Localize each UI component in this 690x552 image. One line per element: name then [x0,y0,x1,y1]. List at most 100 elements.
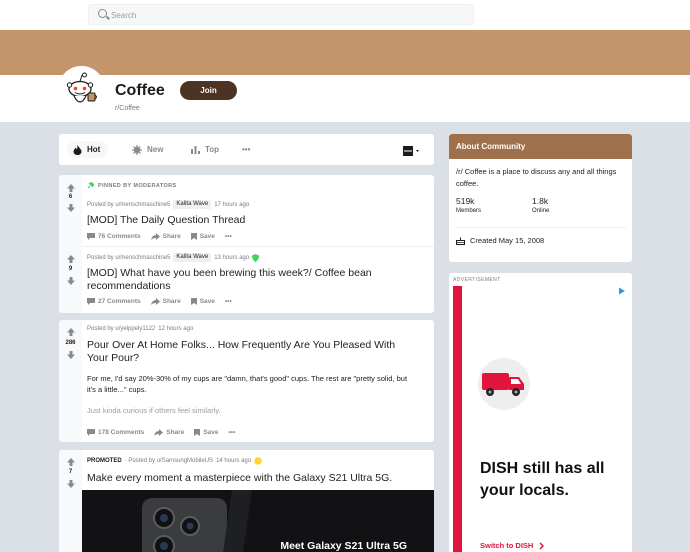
tab-new-label: New [147,145,164,154]
downvote-icon[interactable] [67,277,75,285]
sparkle-icon [132,144,142,155]
divider [82,246,434,247]
tab-hot-label: Hot [87,145,101,154]
truck-icon [482,373,524,396]
share-icon [150,233,160,240]
more-options-icon[interactable]: ••• [225,298,232,305]
upvote-icon[interactable] [67,255,75,263]
bookmark-icon [190,233,197,240]
post-meta: Posted by u/menschmaschine5 Kalita Wave … [87,253,260,262]
share-icon [150,298,160,305]
post-time: 13 hours ago [214,254,250,261]
tab-top[interactable]: Top [185,141,227,158]
save-button[interactable]: Save [190,298,215,305]
comment-icon [87,298,95,305]
user-flair: Kalita Wave [173,200,212,209]
pin-icon [87,182,94,189]
ad-frame[interactable]: DISH still has all your locals. Switch t… [453,286,628,552]
bookmark-icon [194,429,201,436]
advertisement-label: ADVERTISEMENT [453,277,501,283]
comments-button[interactable]: 178 Comments [87,429,144,436]
post-body-faded: Just kinda curious if others feel simila… [87,406,221,415]
post-meta: PROMOTED · Posted by u/SamsungMobileUS 1… [87,457,262,465]
join-button[interactable]: Join [180,81,237,100]
post-title[interactable]: [MOD] The Daily Question Thread [87,214,417,227]
save-button[interactable]: Save [194,429,219,436]
pinned-posts-card: 6 PINNED BY MODERATORS Posted by u/mensc… [59,175,434,313]
comment-icon [87,233,95,240]
shield-icon [252,253,260,262]
tab-new[interactable]: New [126,141,171,158]
created-date: Created May 15, 2008 [456,236,544,245]
online-label: Online [532,208,550,214]
post-meta: Posted by u/menschmaschine5 Kalita Wave … [87,200,249,209]
community-title: Coffee [115,82,165,99]
share-button[interactable]: Share [150,233,181,240]
coin-icon [254,457,262,465]
upvote-icon[interactable] [67,184,75,192]
vote-column [59,320,82,442]
downvote-icon[interactable] [67,480,75,488]
chevron-right-icon [539,541,545,550]
share-button[interactable]: Share [154,429,184,436]
bar-chart-icon [191,146,200,154]
community-description: /r/ Coffee is a place to discuss any and… [456,167,617,188]
downvote-icon[interactable] [67,204,75,212]
vote-count: 7 [68,469,73,475]
community-name: r/Coffee [115,105,140,112]
cake-icon [456,237,465,245]
post-title[interactable]: [MOD] What have you been brewing this we… [87,267,417,293]
members-label: Members [456,208,482,214]
save-button[interactable]: Save [190,233,215,240]
post-body: For me, I'd say 20%-30% of my cups are "… [87,374,408,394]
post-meta: Posted by u/yelppely1122 12 hours ago [87,326,193,332]
adchoices-icon[interactable] [618,287,626,295]
post-time: 12 hours ago [158,326,194,332]
about-heading: About Community [449,134,632,159]
post-author[interactable]: Posted by u/yelppely1122 [87,326,155,332]
user-flair: Kalita Wave [173,253,212,262]
share-icon [154,429,164,436]
comments-button[interactable]: 27 Comments [87,298,141,305]
post-time: 14 hours ago [216,458,252,464]
post-author[interactable]: · Posted by u/SamsungMobileUS [125,458,213,464]
post-author[interactable]: Posted by u/menschmaschine5 [87,255,170,261]
search-box[interactable] [88,4,474,25]
search-icon [98,9,107,18]
flame-icon [73,144,82,155]
share-button[interactable]: Share [150,298,181,305]
more-options-icon[interactable]: ••• [229,429,236,436]
ad-cta-link[interactable]: Switch to DISH [480,541,545,550]
post-title[interactable]: Pour Over At Home Folks... How Frequentl… [87,339,417,365]
upvote-icon[interactable] [67,458,75,466]
post-actions: 76 Comments Share Save ••• [87,233,232,240]
downvote-icon[interactable] [67,351,75,359]
promo-image[interactable]: Meet Galaxy S21 Ultra 5G [82,490,434,552]
comments-button[interactable]: 76 Comments [87,233,141,240]
advertisement-card: ADVERTISEMENT DISH still has all your lo… [449,273,632,552]
members-count: 519k [456,196,475,206]
ad-illustration [478,358,530,410]
promoted-post-card: 7 PROMOTED · Posted by u/SamsungMobileUS… [59,450,434,552]
upvote-icon[interactable] [67,328,75,336]
search-input[interactable] [111,7,461,23]
view-toggle-button[interactable] [403,144,423,156]
pinned-text: PINNED BY MODERATORS [98,182,177,189]
vote-count: 9 [68,266,73,272]
pinned-label: PINNED BY MODERATORS [87,182,177,189]
more-sort-button[interactable]: ••• [236,141,258,158]
ad-headline: DISH still has all your locals. [480,460,605,499]
tab-hot[interactable]: Hot [67,141,109,158]
card-view-icon [403,146,419,156]
promo-caption: Meet Galaxy S21 Ultra 5G [280,540,407,552]
about-community-card: About Community /r/ Coffee is a place to… [449,134,632,262]
top-bar [0,0,690,30]
vote-count: 286 [65,340,76,346]
post-title[interactable]: Make every moment a masterpiece with the… [87,472,417,485]
snoo-icon [60,68,103,111]
community-banner [0,30,690,75]
more-options-icon[interactable]: ••• [225,233,232,240]
tab-top-label: Top [205,145,220,154]
community-avatar [58,66,105,113]
post-author[interactable]: Posted by u/menschmaschine5 [87,202,170,208]
